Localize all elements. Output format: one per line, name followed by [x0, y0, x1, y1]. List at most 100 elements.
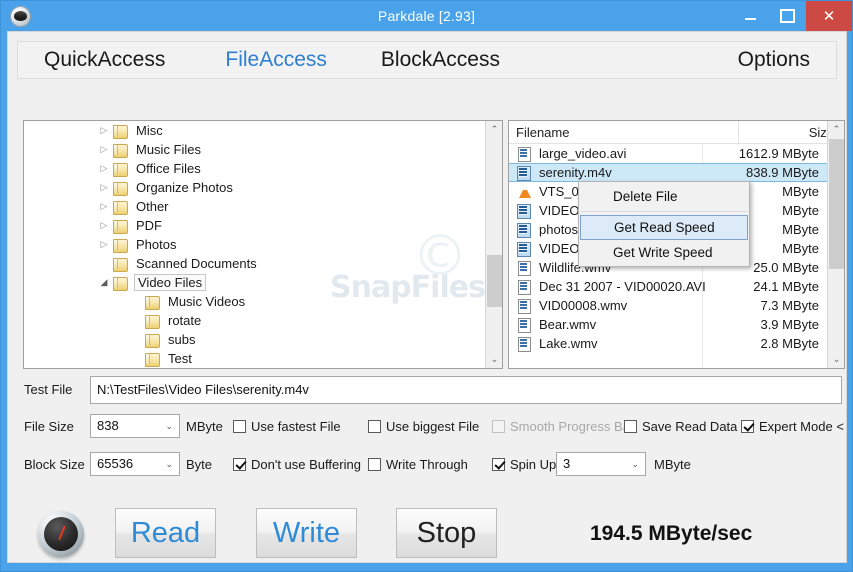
- file-list-row[interactable]: Bear.wmv 3.9 MByte: [509, 315, 829, 334]
- checkbox-smooth-progress-bar: Smooth Progress Bar: [492, 419, 634, 434]
- tree-item[interactable]: Music Videos: [24, 292, 485, 311]
- file-list-row[interactable]: VID00008.wmv 7.3 MByte: [509, 296, 829, 315]
- tree-item[interactable]: ▷ Music Files: [24, 140, 485, 159]
- spin-up-combobox[interactable]: 3 ⌄: [556, 452, 646, 476]
- tree-collapsed-arrow-icon[interactable]: ▷: [96, 239, 112, 250]
- tree-item[interactable]: ▷ Organize Photos: [24, 178, 485, 197]
- checkbox-use-fastest-file[interactable]: Use fastest File: [233, 419, 341, 434]
- tree-item-label: Misc: [136, 123, 163, 138]
- checkbox-label: Smooth Progress Bar: [510, 419, 635, 434]
- file-size-combobox[interactable]: 838 ⌄: [90, 414, 180, 438]
- folder-icon: [112, 219, 129, 234]
- minimize-button[interactable]: [732, 1, 769, 31]
- chevron-down-icon[interactable]: ⌄: [165, 453, 173, 475]
- context-menu-separator: [581, 211, 747, 212]
- context-menu-item-get-read-speed[interactable]: Get Read Speed: [580, 215, 748, 240]
- checkbox-dont-use-buffering[interactable]: Don't use Buffering: [233, 457, 361, 472]
- media-player-file-icon: [515, 222, 535, 238]
- file-list-row[interactable]: serenity.m4v 838.9 MByte: [509, 163, 829, 182]
- tree-vertical-scrollbar[interactable]: ⌃ ⌄: [485, 121, 502, 368]
- block-size-value: 65536: [97, 456, 134, 471]
- checkbox-label: Don't use Buffering: [251, 457, 361, 472]
- checkbox-expert-mode[interactable]: Expert Mode <: [741, 419, 844, 434]
- tree-item[interactable]: ▷ Other: [24, 197, 485, 216]
- file-size-label: File Size: [24, 419, 74, 434]
- video-file-icon: [515, 336, 535, 352]
- file-list-row[interactable]: Lake.wmv 2.8 MByte: [509, 334, 829, 353]
- column-header-filename[interactable]: Filename: [509, 125, 739, 140]
- close-button[interactable]: ✕: [806, 1, 852, 31]
- file-size: 838.9 MByte: [746, 165, 819, 180]
- media-player-file-icon: [515, 165, 535, 181]
- read-button[interactable]: Read: [115, 508, 216, 558]
- tab-fileaccess[interactable]: FileAccess: [215, 48, 337, 72]
- tree-expanded-arrow-icon[interactable]: ◢: [96, 277, 112, 288]
- block-size-combobox[interactable]: 65536 ⌄: [90, 452, 180, 476]
- tree-collapsed-arrow-icon[interactable]: ▷: [96, 144, 112, 155]
- tree-scroll-up-icon[interactable]: ⌃: [486, 121, 502, 138]
- file-name: large_video.avi: [539, 146, 627, 161]
- file-size: 24.1 MByte: [753, 279, 819, 294]
- tab-blockaccess[interactable]: BlockAccess: [371, 48, 510, 72]
- tree-collapsed-arrow-icon[interactable]: ▷: [96, 182, 112, 193]
- checkbox-box: [233, 420, 246, 433]
- file-size: 2.8 MByte: [760, 336, 819, 351]
- file-list-row[interactable]: large_video.avi 1612.9 MByte: [509, 144, 829, 163]
- tree-item[interactable]: subs: [24, 330, 485, 349]
- tree-collapsed-arrow-icon[interactable]: ▷: [96, 125, 112, 136]
- tree-item[interactable]: ◢ Video Files: [24, 273, 485, 292]
- tree-collapsed-arrow-icon[interactable]: ▷: [96, 220, 112, 231]
- chevron-down-icon[interactable]: ⌄: [165, 415, 173, 437]
- tree-scroll-down-icon[interactable]: ⌄: [486, 351, 502, 368]
- speed-readout: 194.5 MByte/sec: [590, 522, 753, 545]
- folder-tree-panel[interactable]: ▷ Misc ▷ Music Files ▷ Office Files ▷ Organize …: [23, 120, 503, 369]
- folder-icon: [112, 143, 129, 158]
- maximize-button[interactable]: [769, 1, 806, 31]
- window-controls: ✕: [732, 1, 852, 31]
- folder-icon: [112, 124, 129, 139]
- folder-icon: [144, 352, 161, 367]
- tree-item[interactable]: ▷ PDF: [24, 216, 485, 235]
- tree-item[interactable]: ▷ Misc: [24, 121, 485, 140]
- checkbox-write-through[interactable]: Write Through: [368, 457, 468, 472]
- checkbox-label: Use biggest File: [386, 419, 480, 434]
- test-file-input[interactable]: N:\TestFiles\Video Files\serenity.m4v: [90, 376, 842, 404]
- list-scroll-down-icon[interactable]: ⌄: [828, 351, 844, 368]
- list-vertical-scrollbar[interactable]: ⌃ ⌄: [827, 121, 844, 368]
- video-file-icon: [515, 298, 535, 314]
- file-context-menu: Delete File Get Read Speed Get Write Spe…: [578, 181, 750, 267]
- chevron-down-icon[interactable]: ⌄: [631, 453, 639, 475]
- tree-item-label: subs: [168, 332, 196, 347]
- video-file-icon: [515, 317, 535, 333]
- tree-item[interactable]: Scanned Documents: [24, 254, 485, 273]
- folder-icon: [144, 333, 161, 348]
- tree-item-label: Photos: [136, 237, 177, 252]
- list-scroll-up-icon[interactable]: ⌃: [828, 121, 844, 138]
- write-button[interactable]: Write: [256, 508, 357, 558]
- checkbox-use-biggest-file[interactable]: Use biggest File: [368, 419, 479, 434]
- tree-item[interactable]: ▷ Office Files: [24, 159, 485, 178]
- tab-quickaccess[interactable]: QuickAccess: [34, 48, 175, 72]
- checkbox-label: Use fastest File: [251, 419, 341, 434]
- file-size-value: 838: [97, 418, 119, 433]
- file-name: VID00008.wmv: [539, 298, 628, 313]
- list-scroll-thumb[interactable]: [829, 139, 844, 269]
- tab-options[interactable]: Options: [728, 48, 820, 72]
- tree-collapsed-arrow-icon[interactable]: ▷: [96, 163, 112, 174]
- tree-item[interactable]: ▷ Photos: [24, 235, 485, 254]
- tree-collapsed-arrow-icon[interactable]: ▷: [96, 201, 112, 212]
- context-menu-item-delete-file[interactable]: Delete File: [579, 184, 749, 208]
- checkbox-spin-up[interactable]: Spin Up: [492, 457, 556, 472]
- checkbox-save-read-data[interactable]: Save Read Data: [624, 419, 737, 434]
- spin-up-value: 3: [563, 456, 571, 471]
- block-size-label: Block Size: [24, 457, 85, 472]
- folder-icon: [112, 162, 129, 177]
- stop-button[interactable]: Stop: [396, 508, 497, 558]
- tree-item[interactable]: Test: [24, 349, 485, 368]
- tree-item-label: Test: [168, 351, 192, 366]
- tree-scroll-thumb[interactable]: [487, 255, 502, 307]
- client-area: QuickAccess FileAccess BlockAccess Optio…: [7, 31, 847, 563]
- file-list-row[interactable]: Dec 31 2007 - VID00020.AVI 24.1 MByte: [509, 277, 829, 296]
- context-menu-item-get-write-speed[interactable]: Get Write Speed: [579, 240, 749, 264]
- tree-item[interactable]: rotate: [24, 311, 485, 330]
